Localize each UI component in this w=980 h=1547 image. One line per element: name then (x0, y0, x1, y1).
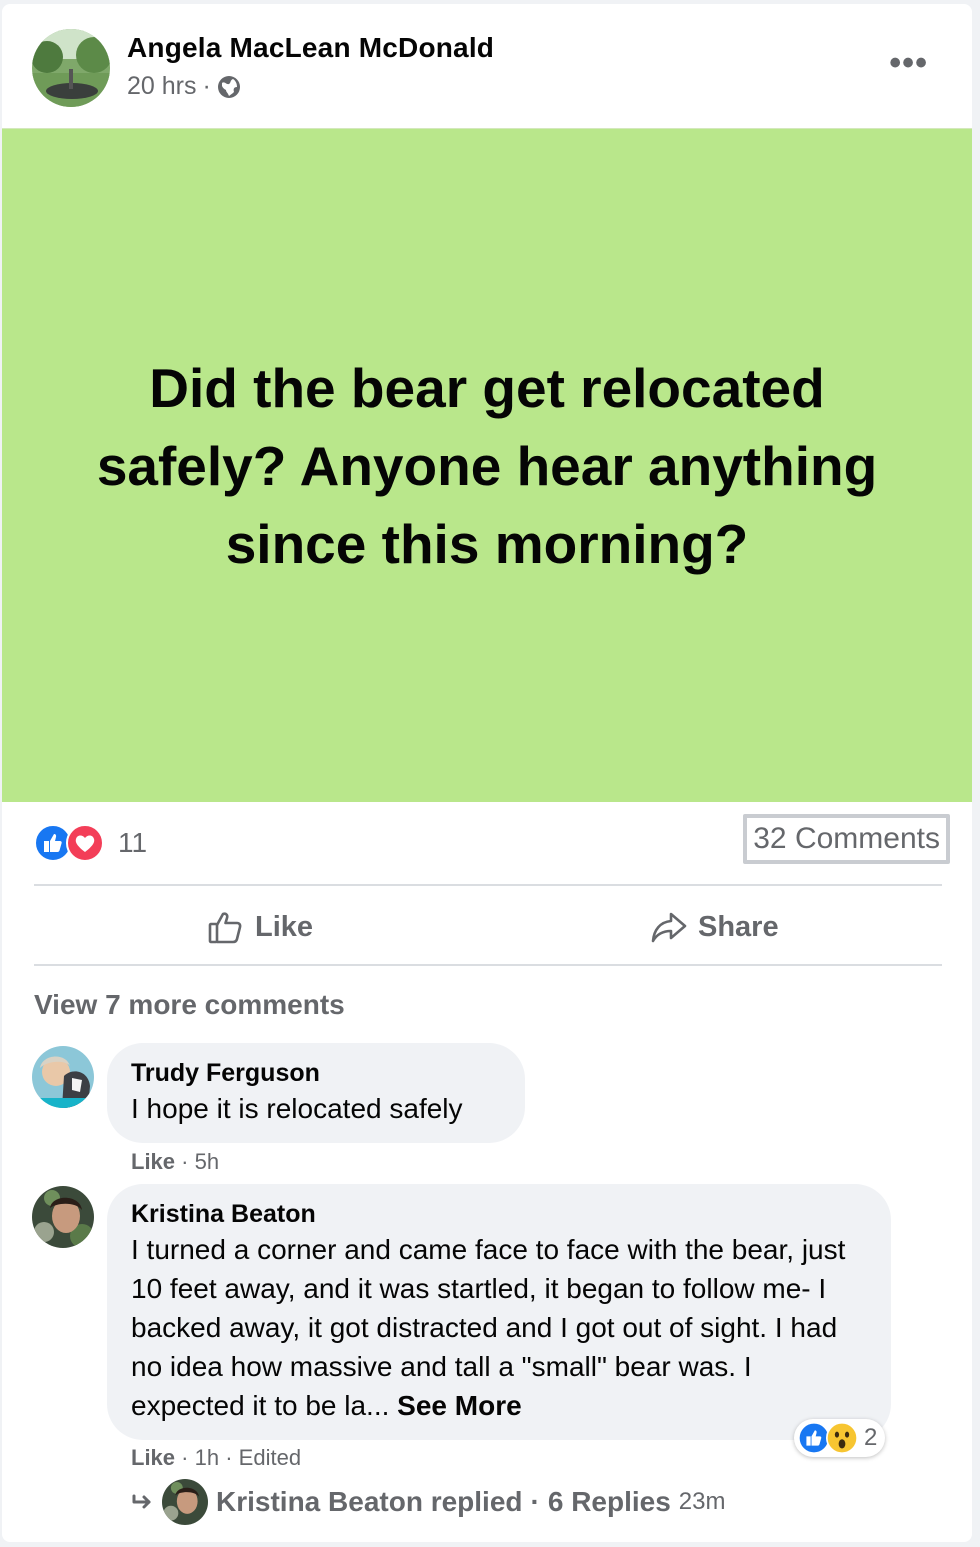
replies-time: 23m (678, 1488, 726, 1515)
status-text: Did the bear get relocated safely? Anyon… (96, 356, 878, 575)
comment-like-link[interactable]: Like (131, 1445, 175, 1470)
view-more-comments-link[interactable]: View 7 more comments (34, 989, 345, 1021)
post-card: Angela MacLean McDonald 20 hrs · ••• Did… (2, 4, 972, 1542)
commenter-avatar[interactable] (32, 1046, 94, 1108)
comment-meta: Like · 1h · Edited (131, 1445, 302, 1470)
thumbs-up-icon (207, 908, 245, 946)
share-icon (650, 908, 688, 946)
globe-icon (217, 75, 241, 99)
author-avatar[interactable] (32, 29, 110, 107)
comments-count-link[interactable]: 32 Comments (743, 814, 950, 864)
commenter-name[interactable]: Trudy Ferguson (131, 1057, 501, 1089)
comment-reaction-count: 2 (864, 1424, 878, 1451)
view-replies-link[interactable]: Kristina Beaton replied · 6 Replies 23m (130, 1479, 725, 1525)
wow-reaction-icon (826, 1422, 858, 1454)
status-background: Did the bear get relocated safely? Anyon… (2, 128, 972, 802)
comment-time[interactable]: 5h (195, 1149, 219, 1174)
replies-count: 6 Replies (547, 1486, 671, 1517)
like-button[interactable]: Like (207, 902, 313, 952)
divider (34, 884, 942, 886)
comment-bubble: Kristina Beaton I turned a corner and ca… (107, 1184, 891, 1440)
author-name[interactable]: Angela MacLean McDonald (127, 32, 494, 64)
divider (34, 964, 942, 966)
commenter-name[interactable]: Kristina Beaton (131, 1198, 867, 1230)
comment-text: I turned a corner and came face to face … (131, 1230, 867, 1425)
reaction-count: 11 (118, 827, 148, 858)
post-time[interactable]: 20 hrs (127, 72, 196, 101)
comment-bubble: Trudy Ferguson I hope it is relocated sa… (107, 1043, 525, 1143)
replier-avatar (162, 1479, 208, 1525)
edited-label[interactable]: Edited (239, 1445, 301, 1470)
reply-arrow-icon (130, 1490, 154, 1514)
more-options-icon[interactable]: ••• (889, 44, 928, 83)
post-meta: 20 hrs · (127, 72, 241, 101)
comment-meta: Like · 5h (131, 1149, 220, 1174)
comment-time[interactable]: 1h (195, 1445, 219, 1470)
love-reaction-icon (66, 824, 104, 862)
like-label: Like (255, 910, 314, 943)
meta-separator: · (202, 72, 211, 100)
comment-like-link[interactable]: Like (131, 1149, 175, 1174)
share-label: Share (698, 910, 779, 943)
comment-text: I hope it is relocated safely (131, 1093, 463, 1124)
comment-reactions[interactable]: 2 (794, 1419, 886, 1457)
reactions-summary[interactable]: 11 (34, 824, 147, 862)
see-more-link[interactable]: See More (397, 1390, 522, 1421)
share-button[interactable]: Share (650, 902, 779, 952)
commenter-avatar[interactable] (32, 1186, 94, 1248)
replier-label: Kristina Beaton replied (216, 1486, 523, 1517)
